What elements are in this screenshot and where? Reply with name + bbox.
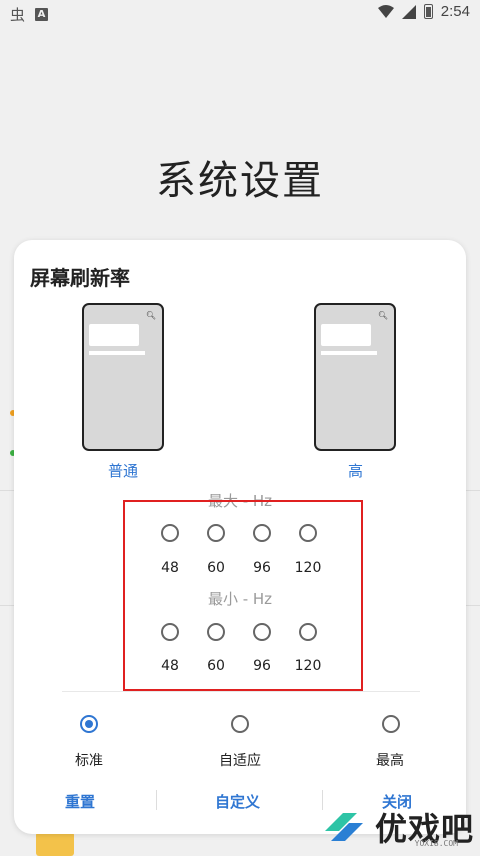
battery-icon xyxy=(423,4,433,19)
clock: 2:54 xyxy=(440,3,470,20)
watermark: 优戏吧 YOXI8.COM xyxy=(319,804,474,850)
dialog-title: 屏幕刷新率 xyxy=(30,266,130,290)
mode-standard-label[interactable]: 标准 xyxy=(49,750,129,770)
dialog-divider xyxy=(62,691,420,692)
preview-line xyxy=(89,351,145,355)
normal-mode-preview[interactable]: 🔍︎ xyxy=(82,303,164,451)
watermark-url: YOXI8.COM xyxy=(414,839,458,848)
a-notification-icon: A xyxy=(35,8,49,21)
preview-card xyxy=(321,324,371,346)
button-separator xyxy=(156,790,157,810)
mode-adaptive-label[interactable]: 自适应 xyxy=(200,750,280,770)
wifi-icon xyxy=(377,4,394,18)
mode-max-label[interactable]: 最高 xyxy=(350,750,430,770)
preview-line xyxy=(321,351,377,355)
mode-max-radio[interactable] xyxy=(382,715,400,733)
option-high-label[interactable]: 高 xyxy=(348,460,363,481)
annotation-highlight-box xyxy=(123,500,363,691)
watermark-logo-icon xyxy=(324,813,363,841)
high-mode-preview[interactable]: 🔍︎ xyxy=(314,303,396,451)
page-title: 系统设置 xyxy=(156,158,324,204)
search-icon: 🔍︎ xyxy=(145,311,156,320)
option-normal-label[interactable]: 普通 xyxy=(108,460,138,481)
debug-icon: 虫 xyxy=(10,6,26,24)
search-icon: 🔍︎ xyxy=(377,311,388,320)
mode-standard-radio[interactable] xyxy=(80,715,98,733)
custom-button[interactable]: 自定义 xyxy=(215,791,260,812)
mode-adaptive-radio[interactable] xyxy=(231,715,249,733)
status-bar: 虫 A 2:54 xyxy=(0,0,480,26)
preview-card xyxy=(89,324,139,346)
reset-button[interactable]: 重置 xyxy=(65,791,95,812)
signal-icon xyxy=(401,4,416,19)
folder-icon xyxy=(36,827,74,856)
